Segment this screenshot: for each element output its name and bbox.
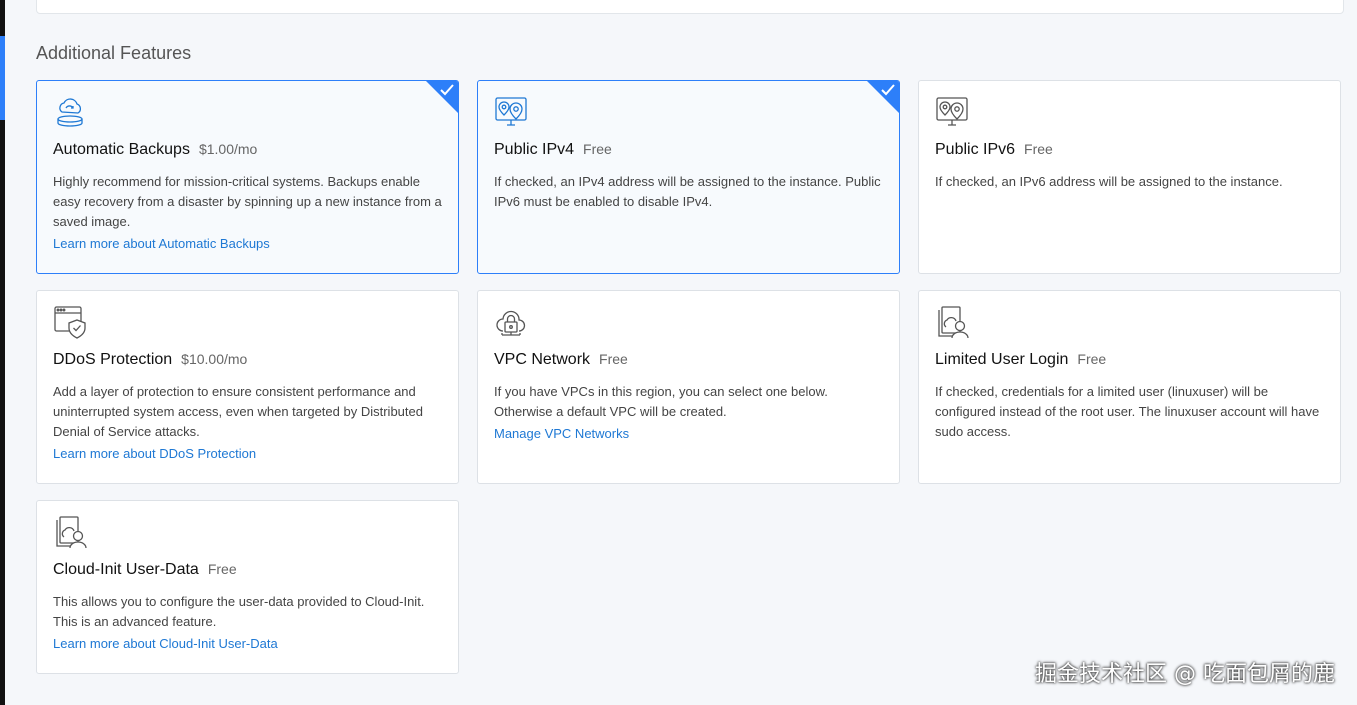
card-title: DDoS Protection: [53, 351, 173, 368]
cloud-backup-icon: [57, 98, 83, 127]
checkmark-icon: [881, 84, 895, 96]
feature-card-vpc-network[interactable]: VPC Network Free If you have VPCs in thi…: [477, 290, 900, 484]
card-title: Automatic Backups: [53, 141, 190, 158]
card-description: If checked, credentials for a limited us…: [935, 384, 1320, 439]
learn-more-cloud-init-link[interactable]: Learn more about Cloud-Init User-Data: [53, 634, 442, 654]
card-price: Free: [599, 351, 628, 367]
feature-card-ddos-protection[interactable]: DDoS Protection $10.00/mo Add a layer of…: [36, 290, 459, 484]
section-title: Additional Features: [36, 43, 192, 63]
feature-card-limited-user-login[interactable]: Limited User Login Free If checked, cred…: [918, 290, 1341, 484]
card-title: Public IPv6: [935, 141, 1016, 158]
card-title: VPC Network: [494, 351, 591, 368]
card-price: Free: [1024, 141, 1053, 157]
card-description: If checked, an IPv6 address will be assi…: [935, 174, 1283, 189]
sidebar-active-indicator: [0, 36, 5, 120]
document-user-icon: [56, 516, 87, 549]
document-user-icon: [938, 306, 969, 339]
cloud-lock-icon: [496, 310, 526, 336]
card-price: Free: [583, 141, 612, 157]
manage-vpc-networks-link[interactable]: Manage VPC Networks: [494, 424, 883, 444]
card-title: Limited User Login: [935, 351, 1069, 368]
feature-card-cloud-init-user-data[interactable]: Cloud-Init User-Data Free This allows yo…: [36, 500, 459, 674]
card-price: Free: [207, 561, 237, 577]
learn-more-backups-link[interactable]: Learn more about Automatic Backups: [53, 234, 442, 254]
watermark: 掘金技术社区 @ 吃面包屑的鹿: [1035, 662, 1335, 687]
map-pin-monitor-icon: [495, 97, 527, 126]
browser-shield-icon: [54, 306, 86, 339]
card-title: Cloud-Init User-Data: [53, 561, 199, 578]
card-description: If you have VPCs in this region, you can…: [494, 384, 828, 419]
card-price: $10.00/mo: [181, 351, 248, 367]
feature-card-automatic-backups[interactable]: Automatic Backups $1.00/mo Highly recomm…: [36, 80, 459, 274]
feature-card-public-ipv4[interactable]: Public IPv4 Free If checked, an IPv4 add…: [477, 80, 900, 274]
checkmark-icon: [440, 84, 454, 96]
feature-card-public-ipv6[interactable]: Public IPv6 Free If checked, an IPv6 add…: [918, 80, 1341, 274]
learn-more-ddos-link[interactable]: Learn more about DDoS Protection: [53, 444, 442, 464]
card-description: If checked, an IPv4 address will be assi…: [494, 174, 881, 209]
map-pin-monitor-icon: [936, 97, 968, 126]
card-description: Add a layer of protection to ensure cons…: [53, 384, 423, 439]
card-price: $1.00/mo: [198, 141, 258, 157]
card-title: Public IPv4: [494, 141, 575, 158]
card-price: Free: [1077, 351, 1107, 367]
card-description: This allows you to configure the user-da…: [53, 594, 425, 629]
previous-section-card: [36, 0, 1344, 14]
card-description: Highly recommend for mission-critical sy…: [53, 174, 442, 229]
